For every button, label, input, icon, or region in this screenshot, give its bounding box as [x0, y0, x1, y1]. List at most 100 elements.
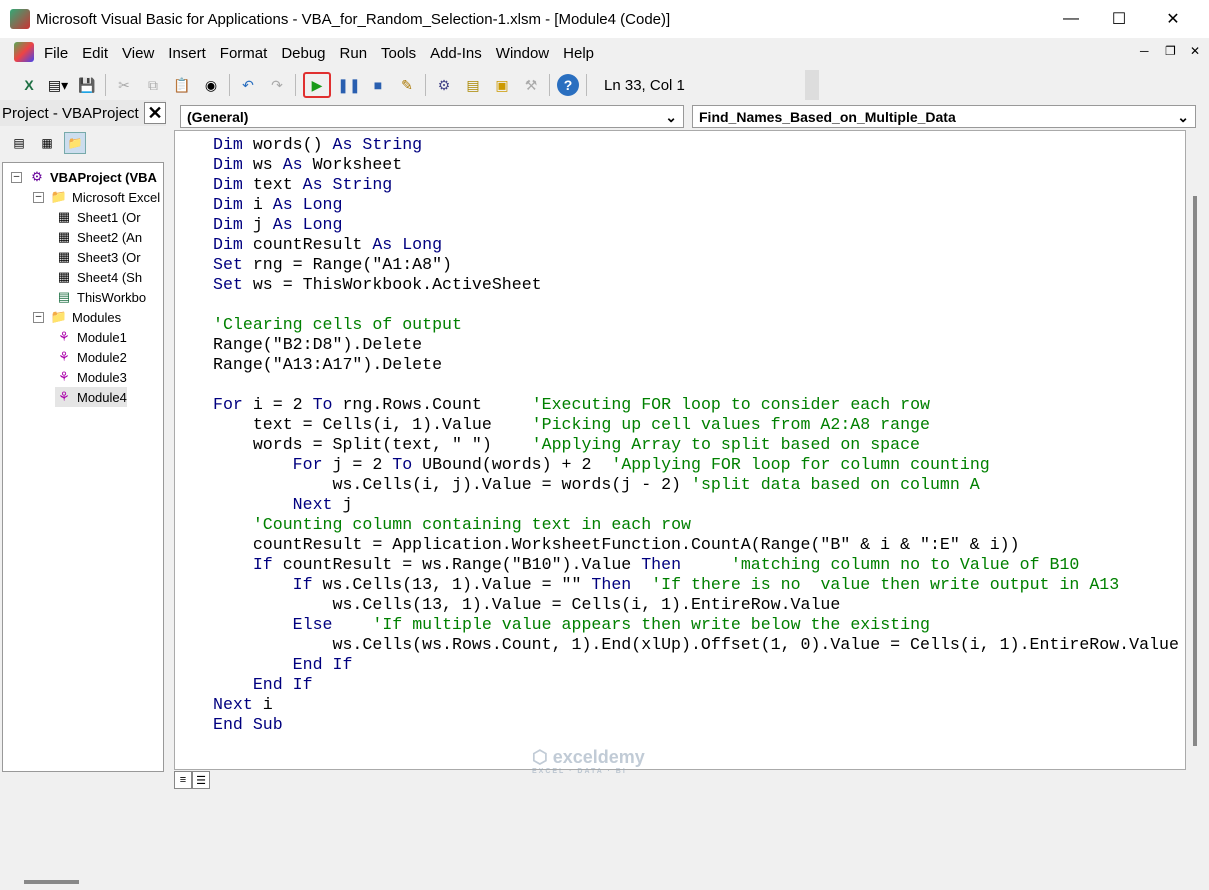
tree-item[interactable]: ⚘ Module1 [55, 327, 127, 347]
design-mode-icon[interactable]: ✎ [396, 74, 418, 96]
collapse-icon[interactable]: – [33, 191, 44, 203]
toolbar-grip[interactable] [805, 70, 819, 100]
code-line: text = Cells(i, 1).Value 'Picking up cel… [213, 415, 1179, 435]
menu-file[interactable]: File [44, 45, 68, 62]
code-text: ws = ThisWorkbook.ActiveSheet [242, 275, 542, 294]
tree-item[interactable]: ▦ Sheet2 (An [55, 227, 142, 247]
code-line: For i = 2 To rng.Rows.Count 'Executing F… [213, 395, 1179, 415]
code-text: Range("B2:D8").Delete [213, 335, 423, 354]
undo-icon[interactable]: ↶ [237, 74, 259, 96]
tree-item[interactable]: – ⚙ VBAProject (VBA [11, 167, 157, 187]
code-keyword: Long [302, 215, 343, 234]
vba-app-icon [10, 9, 30, 29]
menu-edit[interactable]: Edit [82, 45, 108, 62]
close-project-explorer-button[interactable]: ✕ [144, 102, 166, 124]
menu-window[interactable]: Window [496, 45, 549, 62]
tree-item[interactable]: ⚘ Module3 [55, 367, 127, 387]
menu-tools[interactable]: Tools [381, 45, 416, 62]
maximize-button[interactable]: ☐ [1096, 0, 1142, 38]
tree-item-label: Modules [72, 309, 122, 325]
menu-help[interactable]: Help [563, 45, 594, 62]
full-module-view-button[interactable]: ☰ [192, 771, 210, 789]
tree-item[interactable]: ⚘ Module4 [55, 387, 127, 407]
tree-item[interactable]: – 📁 Microsoft Excel [33, 187, 160, 207]
tree-item[interactable]: ▦ Sheet1 (Or [55, 207, 141, 227]
code-keyword: To [312, 395, 333, 414]
insert-userform-icon[interactable]: ▤▾ [47, 74, 69, 96]
cut-icon[interactable]: ✂ [113, 74, 135, 96]
code-editor[interactable]: Dim words() As String Dim ws As Worksheet… [174, 130, 1186, 770]
menu-debug[interactable]: Debug [281, 45, 325, 62]
code-line: Range("B2:D8").Delete [213, 335, 1179, 355]
tree-item[interactable]: ⚘ Module2 [55, 347, 127, 367]
close-button[interactable]: ✕ [1150, 0, 1196, 38]
project-horizontal-scrollbar[interactable] [2, 872, 164, 890]
toolbox-icon[interactable]: ⚒ [520, 74, 542, 96]
menu-add-ins[interactable]: Add-Ins [430, 45, 482, 62]
chevron-down-icon: ⌄ [665, 109, 677, 125]
view-object-button[interactable]: ▦ [36, 132, 58, 154]
mdi-close-icon[interactable]: ✕ [1190, 44, 1200, 58]
tree-item[interactable]: – 📁 Modules [33, 307, 121, 327]
run-icon[interactable]: ▶ [303, 72, 331, 98]
code-line: Set rng = Range("A1:A8") [213, 255, 1179, 275]
tree-item[interactable]: ▦ Sheet4 (Sh [55, 267, 142, 287]
properties-icon[interactable]: ▤ [462, 74, 484, 96]
code-text: Range("A13:A17").Delete [213, 355, 443, 374]
redo-icon[interactable]: ↷ [266, 74, 288, 96]
project-explorer-icon[interactable]: ⚙ [433, 74, 455, 96]
code-vertical-scrollbar[interactable] [1186, 130, 1204, 770]
break-icon[interactable]: ❚❚ [337, 74, 360, 96]
tree-item-label: Sheet3 (Or [77, 249, 141, 265]
view-code-button[interactable]: ▤ [8, 132, 30, 154]
code-text: Worksheet [302, 155, 403, 174]
code-keyword: Dim [213, 155, 243, 174]
object-dropdown[interactable]: (General) ⌄ [180, 105, 684, 128]
procedure-dropdown[interactable]: Find_Names_Based_on_Multiple_Data ⌄ [692, 105, 1196, 128]
code-keyword: End If [292, 655, 353, 674]
code-keyword: As [272, 215, 293, 234]
mdi-restore-icon[interactable]: ❐ [1165, 44, 1176, 58]
code-keyword: Then [591, 575, 632, 594]
collapse-icon[interactable]: – [33, 311, 44, 323]
copy-icon[interactable]: ⧉ [142, 74, 164, 96]
paste-icon[interactable]: 📋 [171, 74, 193, 96]
find-icon[interactable]: ◉ [200, 74, 222, 96]
tree-item-label: Microsoft Excel [72, 189, 161, 205]
reset-icon[interactable]: ■ [367, 74, 389, 96]
code-keyword: For [292, 455, 323, 474]
mdi-minimize-icon[interactable]: ─ [1140, 44, 1149, 58]
code-line: Next i [213, 695, 1179, 715]
save-icon[interactable]: 💾 [76, 74, 98, 96]
tree-item[interactable]: ▤ ThisWorkbo [55, 287, 146, 307]
code-comment: 'If multiple value appears then write be… [372, 615, 931, 634]
excel-icon[interactable]: X [18, 74, 40, 96]
help-icon[interactable]: ? [557, 74, 579, 96]
code-line: Dim text As String [213, 175, 1179, 195]
code-line: Next j [213, 495, 1179, 515]
menu-format[interactable]: Format [220, 45, 268, 62]
toggle-folders-button[interactable]: 📁 [64, 132, 86, 154]
menu-insert[interactable]: Insert [168, 45, 206, 62]
project-tree: – ⚙ VBAProject (VBA – 📁 Microsoft Excel ▦ Sheet… [2, 162, 164, 772]
menu-run[interactable]: Run [340, 45, 368, 62]
minimize-button[interactable]: — [1048, 0, 1094, 38]
code-keyword: As [272, 195, 293, 214]
procedure-view-button[interactable]: ≡ [174, 771, 192, 789]
module-icon: ⚘ [58, 389, 70, 404]
code-line: Dim j As Long [213, 215, 1179, 235]
code-text: ws.Cells(i, j).Value = words(j - 2) [213, 475, 691, 494]
collapse-icon[interactable]: – [11, 171, 22, 183]
menu-view[interactable]: View [122, 45, 154, 62]
object-browser-icon[interactable]: ▣ [491, 74, 513, 96]
tree-item[interactable]: ▦ Sheet3 (Or [55, 247, 141, 267]
folder-icon: 📁 [50, 189, 68, 204]
code-keyword: Dim [213, 235, 243, 254]
